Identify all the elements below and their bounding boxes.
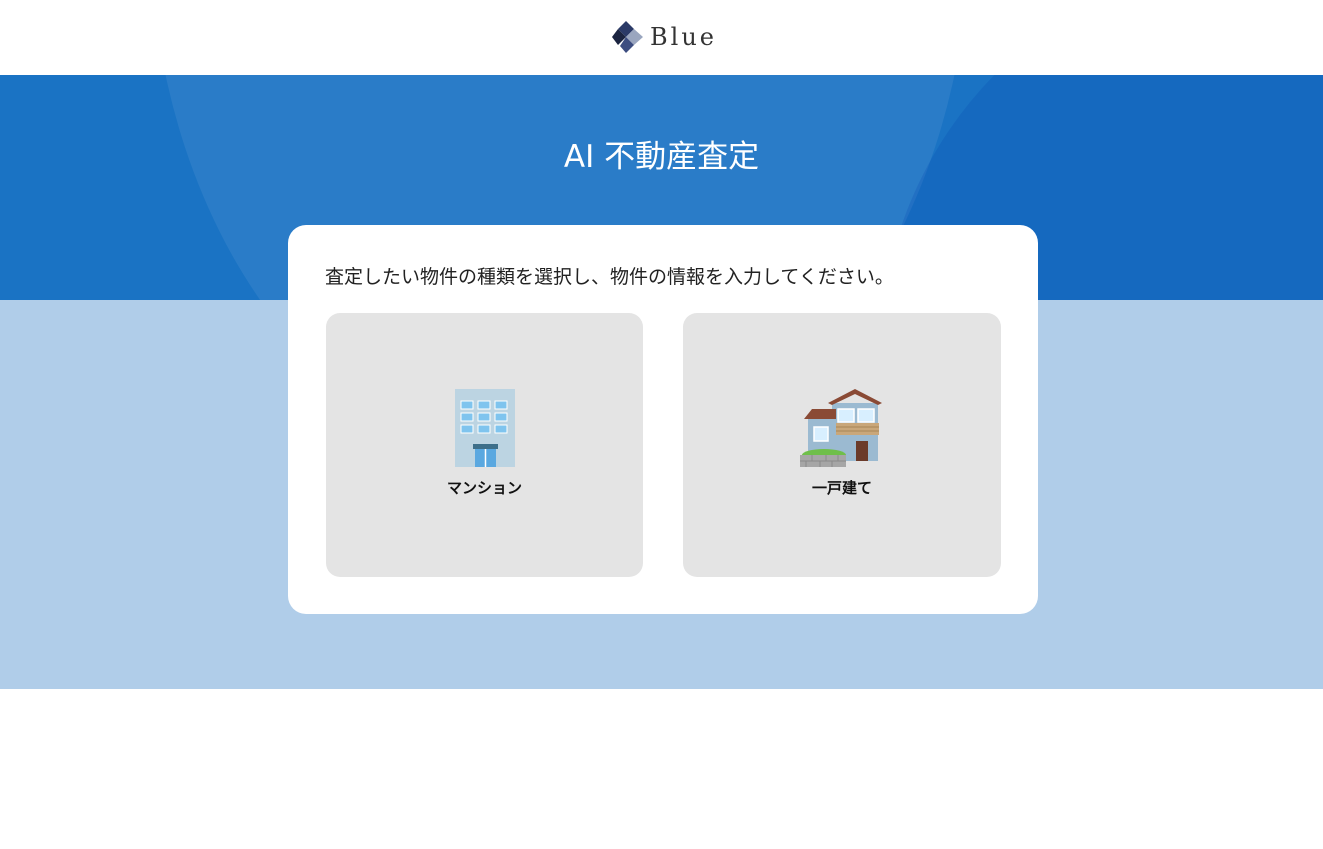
brand-logo-text: Blue — [650, 23, 717, 51]
apartment-building-icon — [454, 389, 515, 467]
diamond-logo-icon — [612, 21, 643, 53]
site-header: Blue — [0, 0, 1323, 75]
page-title: AI 不動産査定 — [563, 139, 760, 175]
mansion-option-label: マンション — [446, 479, 522, 497]
instruction-text: 査定したい物件の種類を選択し、物件の情報を入力してください。 — [325, 266, 894, 288]
detached-house-option-button[interactable]: 一戸建て — [683, 313, 1001, 577]
brand-logo[interactable]: Blue — [612, 19, 717, 55]
mansion-option-button[interactable]: マンション — [326, 313, 643, 577]
detached-house-icon — [800, 389, 882, 467]
detached-house-option-label: 一戸建て — [811, 479, 872, 497]
property-type-card: 査定したい物件の種類を選択し、物件の情報を入力してください。 マンション 一戸建… — [288, 225, 1038, 614]
